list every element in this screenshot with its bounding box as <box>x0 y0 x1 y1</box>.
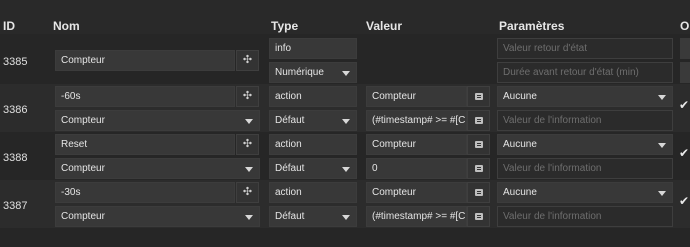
configure-button[interactable]: ✣ <box>236 86 259 107</box>
edit-button[interactable] <box>467 86 490 107</box>
edit-button[interactable] <box>467 206 490 227</box>
header-parametres: Paramètres <box>499 19 565 33</box>
table-row: 3386 -60s ✣ Compteur action Défaut Compt… <box>0 84 690 132</box>
edit-button[interactable] <box>467 134 490 155</box>
list-icon <box>474 213 483 220</box>
edit-button[interactable] <box>467 182 490 203</box>
subtype-select[interactable]: Défaut <box>269 158 357 179</box>
gear-icon: ✣ <box>242 54 253 66</box>
table-header: ID Nom Type Valeur Paramètres Op <box>0 0 690 34</box>
param-value-field[interactable]: Valeur retour d'état <box>497 38 673 59</box>
list-icon <box>474 165 483 172</box>
value-field[interactable]: (#timestamp# >= #[Chi <box>366 110 467 131</box>
option-field[interactable] <box>680 38 690 59</box>
row-id: 3386 <box>3 104 28 116</box>
row-id: 3385 <box>3 56 28 68</box>
value-field[interactable]: (#timestamp# >= #[Chi <box>366 206 467 227</box>
name-input[interactable]: Compteur <box>55 50 235 71</box>
param-select[interactable]: Aucune <box>497 86 673 107</box>
value-field[interactable]: Compteur <box>366 86 467 107</box>
type-select[interactable]: action <box>269 134 357 155</box>
check-icon[interactable]: ✔ <box>679 98 689 112</box>
param-select[interactable]: Aucune <box>497 182 673 203</box>
list-icon <box>474 189 483 196</box>
edit-button[interactable] <box>467 158 490 179</box>
param-select[interactable]: Aucune <box>497 134 673 155</box>
list-icon <box>474 93 483 100</box>
list-icon <box>474 141 483 148</box>
type-select[interactable]: action <box>269 86 357 107</box>
name-input[interactable]: Reset <box>55 134 235 155</box>
row-id: 3388 <box>3 152 28 164</box>
table-row: 3388 Reset ✣ Compteur action Défaut Comp… <box>0 132 690 180</box>
configure-button[interactable]: ✣ <box>236 182 259 203</box>
option-field[interactable] <box>680 62 690 83</box>
edit-button[interactable] <box>467 110 490 131</box>
group-select[interactable]: Compteur <box>55 158 260 179</box>
value-field[interactable]: 0 <box>366 158 467 179</box>
gear-icon: ✣ <box>242 90 253 102</box>
gear-icon: ✣ <box>242 186 253 198</box>
check-icon[interactable]: ✔ <box>679 194 689 208</box>
table-row: 3385 Compteur ✣ info Numérique Valeur re… <box>0 36 690 84</box>
type-select[interactable]: action <box>269 182 357 203</box>
list-icon <box>474 117 483 124</box>
value-field[interactable]: Compteur <box>366 134 467 155</box>
subtype-select[interactable]: Défaut <box>269 206 357 227</box>
param-info-field[interactable]: Valeur de l'information <box>497 158 673 179</box>
subtype-select[interactable]: Numérique <box>269 62 357 83</box>
check-icon[interactable]: ✔ <box>679 146 689 160</box>
subtype-select[interactable]: Défaut <box>269 110 357 131</box>
configure-button[interactable]: ✣ <box>236 50 259 71</box>
group-select[interactable]: Compteur <box>55 206 260 227</box>
header-nom: Nom <box>53 19 80 33</box>
param-info-field[interactable]: Valeur de l'information <box>497 110 673 131</box>
header-id: ID <box>3 19 15 33</box>
header-type: Type <box>271 19 299 33</box>
row-id: 3387 <box>3 200 28 212</box>
type-select[interactable]: info <box>269 38 357 59</box>
group-select[interactable]: Compteur <box>55 110 260 131</box>
param-duration-field[interactable]: Durée avant retour d'état (min) <box>497 62 673 83</box>
header-valeur: Valeur <box>366 19 403 33</box>
param-info-field[interactable]: Valeur de l'information <box>497 206 673 227</box>
value-field[interactable]: Compteur <box>366 182 467 203</box>
name-input[interactable]: -30s <box>55 182 235 203</box>
configure-button[interactable]: ✣ <box>236 134 259 155</box>
table-row: 3387 -30s ✣ Compteur action Défaut Compt… <box>0 180 690 228</box>
header-options: Op <box>680 19 690 33</box>
name-input[interactable]: -60s <box>55 86 235 107</box>
gear-icon: ✣ <box>242 138 253 150</box>
